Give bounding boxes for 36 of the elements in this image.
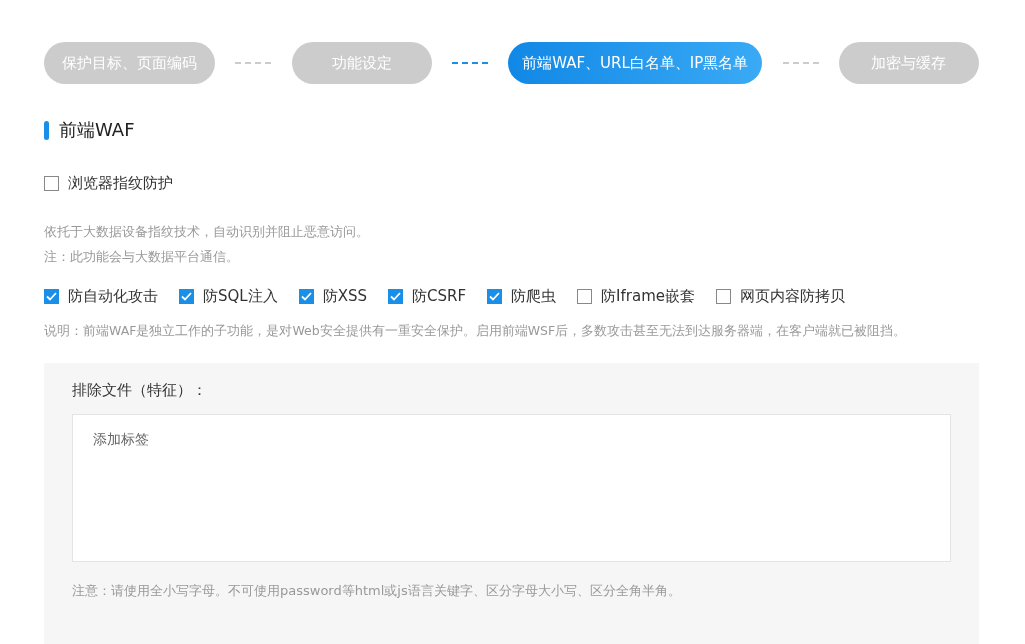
- checkbox[interactable]: [179, 289, 194, 304]
- checkbox-option[interactable]: 防自动化攻击: [44, 287, 158, 306]
- section-title: 前端WAF: [59, 118, 135, 142]
- checkmark-icon: [489, 292, 501, 301]
- checkmark-icon: [300, 292, 312, 301]
- checkbox-label: 防爬虫: [511, 287, 557, 306]
- checkbox[interactable]: [715, 289, 731, 304]
- checkbox[interactable]: [44, 289, 59, 304]
- checkbox[interactable]: [298, 289, 314, 304]
- title-accent-bar: [44, 120, 49, 140]
- checkbox-option[interactable]: 防爬虫: [487, 287, 557, 306]
- checkbox[interactable]: [487, 289, 503, 304]
- checkbox-label: 防SQL注入: [203, 287, 278, 306]
- checkbox-option[interactable]: 防XSS: [298, 287, 367, 306]
- tag-input-field[interactable]: 添加标签: [72, 414, 951, 562]
- checkbox[interactable]: [577, 289, 593, 304]
- checkbox-label: 防XSS: [322, 287, 367, 306]
- checkbox-option[interactable]: 防SQL注入: [179, 287, 278, 306]
- help-text: 注意：请使用全小写字母。不可使用password等html或js语言关键字、区分字母大小写、区分全角半角。: [72, 582, 682, 600]
- checkbox-label: 防Iframe嵌套: [601, 287, 695, 306]
- checkbox-option[interactable]: 防Iframe嵌套: [577, 287, 695, 306]
- checkbox-label: 网页内容防拷贝: [739, 287, 845, 306]
- checkbox-option[interactable]: 防CSRF: [388, 287, 467, 306]
- checkbox-label: 防自动化攻击: [68, 287, 158, 306]
- field-label: 排除文件（特征）：: [72, 381, 208, 400]
- checkmark-icon: [390, 292, 401, 301]
- checkbox-label: 浏览器指纹防护: [68, 174, 173, 193]
- help-text: 注：此功能会与大数据平台通信。: [44, 248, 240, 266]
- help-text: 依托于大数据设备指纹技术，自动识别并阻止恶意访问。: [44, 223, 370, 241]
- checkbox-label: 防CSRF: [412, 287, 467, 306]
- checkmark-icon: [181, 292, 192, 301]
- checkbox[interactable]: [388, 289, 403, 304]
- checkbox-option[interactable]: 浏览器指纹防护: [44, 174, 173, 193]
- checkbox[interactable]: [44, 176, 59, 191]
- checkmark-icon: [46, 292, 57, 301]
- checkbox-option[interactable]: 网页内容防拷贝: [715, 287, 845, 306]
